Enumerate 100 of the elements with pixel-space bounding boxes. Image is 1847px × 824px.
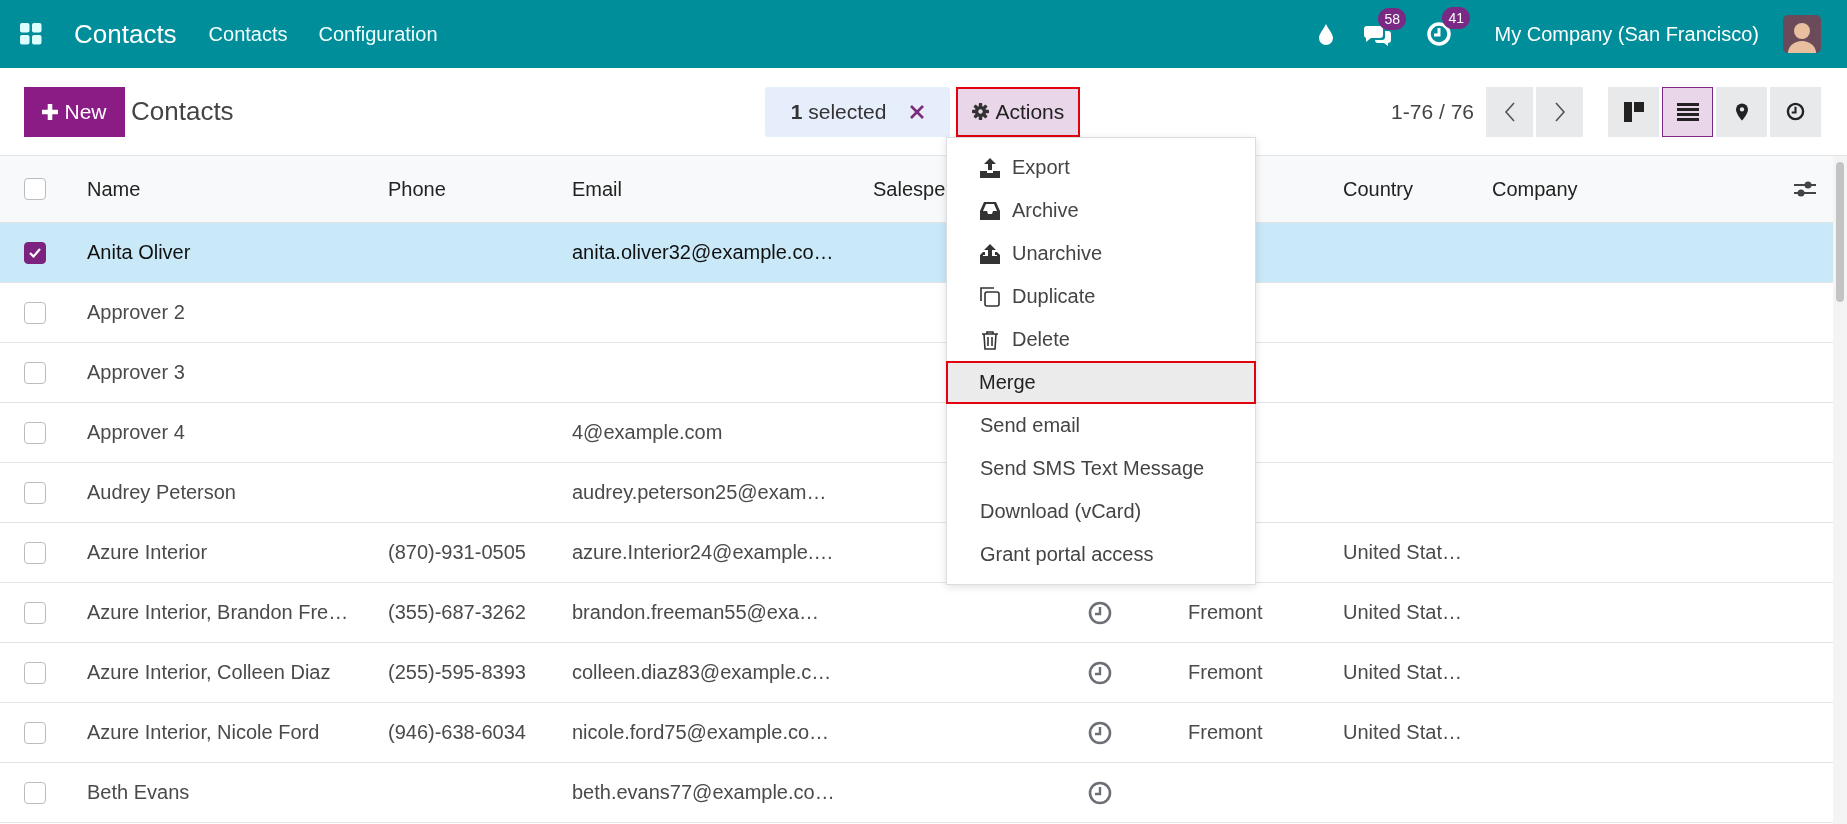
menu-item[interactable]: Configuration (318, 22, 438, 46)
scrollbar-thumb[interactable] (1836, 162, 1844, 302)
plus-icon (42, 103, 59, 120)
table-cell-text: (870)-931-0505 (388, 541, 527, 564)
table-cell-text: (355)-687-3262 (388, 601, 527, 624)
table-cell-text: Azure Interior, Brandon Fre… (87, 601, 350, 624)
clock-icon[interactable] (1088, 660, 1112, 685)
scrollbar[interactable] (1833, 156, 1847, 824)
column-header[interactable]: Country (1343, 177, 1492, 201)
row-checkbox[interactable] (24, 721, 46, 744)
app-name[interactable]: Contacts (74, 18, 177, 50)
drop-icon[interactable] (1318, 23, 1335, 45)
menu-item[interactable]: Contacts (208, 22, 288, 46)
table-cell-text: audrey.peterson25@exam… (572, 481, 828, 504)
table-cell-text: United Stat… (1343, 661, 1463, 684)
chevron-left-icon (1503, 101, 1516, 122)
table-cell-text: Azure Interior, Nicole Ford (87, 721, 321, 744)
row-checkbox[interactable] (24, 781, 46, 804)
item-label: Archive (1012, 199, 1079, 222)
item-label: Send SMS Text Message (980, 457, 1205, 480)
pager-value: 1-76 / 76 (1391, 99, 1474, 124)
dropdown-item[interactable]: Send SMS Text Message (947, 447, 1255, 490)
table-cell-text: United Stat… (1343, 601, 1463, 624)
dropdown-item[interactable]: Send email (947, 404, 1255, 447)
row-checkbox[interactable] (24, 421, 46, 444)
table-cell-text: United Stat… (1343, 721, 1463, 744)
kanban-icon (1623, 101, 1644, 122)
table-cell-text: colleen.diaz83@example.c… (572, 661, 833, 684)
inbox-icon (980, 200, 1000, 221)
app-grid-icon[interactable] (20, 23, 42, 45)
kanban-view-button[interactable] (1608, 86, 1659, 137)
column-header[interactable]: Company (1492, 177, 1776, 201)
table-cell-text: 4@example.com (572, 421, 724, 444)
dropdown-item[interactable]: Delete (947, 318, 1255, 361)
item-label: Delete (1012, 328, 1070, 351)
table-cell-text: Beth Evans (87, 781, 191, 804)
clock-icon[interactable] (1088, 780, 1112, 805)
row-checkbox[interactable] (24, 301, 46, 324)
row-checkbox[interactable] (24, 241, 46, 264)
company-switcher[interactable]: My Company (San Francisco) (1494, 22, 1759, 46)
table-cell-text: brandon.freeman55@exa… (572, 601, 821, 624)
row-checkbox[interactable] (24, 361, 46, 384)
item-label: Duplicate (1012, 285, 1096, 308)
dropdown-item[interactable]: Export (947, 146, 1255, 189)
item-label: Send email (980, 414, 1081, 437)
settings-icon (972, 103, 990, 120)
row-checkbox[interactable] (24, 661, 46, 684)
list-view-button[interactable] (1662, 86, 1713, 137)
dropdown-item[interactable]: Unarchive (947, 232, 1255, 275)
trash-icon (980, 329, 1000, 350)
breadcrumb-title: Contacts (131, 96, 234, 127)
actions-button[interactable]: Actions (956, 86, 1081, 137)
new-button[interactable]: New (24, 86, 125, 137)
dropdown-item[interactable]: Grant portal access (947, 533, 1255, 576)
table-cell-text: Azure Interior, Colleen Diaz (87, 661, 332, 684)
table-cell-text: Audrey Peterson (87, 481, 237, 504)
table-cell-text: Azure Interior (87, 541, 209, 564)
table-cell-text: azure.Interior24@example.… (572, 541, 835, 564)
item-label: Export (1012, 156, 1070, 179)
map-pin-icon (1735, 102, 1748, 121)
chevron-right-icon (1553, 101, 1566, 122)
list-icon (1676, 102, 1699, 121)
user-avatar[interactable] (1783, 15, 1821, 53)
item-label: Grant portal access (980, 543, 1154, 566)
table-cell-text: nicole.ford75@example.co… (572, 721, 831, 744)
table-cell-text: beth.evans77@example.co… (572, 781, 836, 804)
table-cell-text: (946)-638-6034 (388, 721, 527, 744)
copy-icon (980, 286, 1000, 307)
check-icon (29, 247, 41, 258)
table-cell-text: Approver 4 (87, 421, 186, 444)
close-icon[interactable] (910, 104, 925, 119)
clock-icon[interactable] (1088, 600, 1112, 625)
column-header[interactable]: Name (87, 177, 388, 201)
row-checkbox[interactable] (24, 601, 46, 624)
clock-icon[interactable] (1088, 720, 1112, 745)
dropdown-item[interactable]: Download (vCard) (947, 490, 1255, 533)
table-cell-text: Fremont (1188, 601, 1264, 624)
row-checkbox[interactable] (24, 541, 46, 564)
column-header[interactable]: Phone (388, 177, 572, 201)
item-label: Download (vCard) (980, 500, 1142, 523)
table-cell-text: Fremont (1188, 661, 1264, 684)
activity-count-badge: 41 (1442, 7, 1471, 29)
selection-counter: 1 selected (764, 86, 951, 137)
message-count-badge: 58 (1378, 8, 1407, 30)
table-cell-text: anita.oliver32@example.co… (572, 241, 835, 264)
clock-icon (1786, 102, 1805, 121)
sliders-icon[interactable] (1793, 180, 1816, 198)
activity-view-button[interactable] (1770, 86, 1821, 137)
table-cell-text: Anita Oliver (87, 241, 192, 264)
table-cell-text: Approver 2 (87, 301, 186, 324)
row-checkbox[interactable] (24, 481, 46, 504)
table-cell-text: (255)-595-8393 (388, 661, 527, 684)
upload-icon (980, 157, 1000, 178)
map-view-button[interactable] (1716, 86, 1767, 137)
column-header[interactable]: Email (572, 177, 873, 201)
select-all-checkbox[interactable] (24, 178, 46, 200)
table-cell-text: Fremont (1188, 721, 1264, 744)
dropdown-item[interactable]: Merge (946, 361, 1256, 404)
item-label: Merge (979, 371, 1036, 394)
table-cell-text: Approver 3 (87, 361, 186, 384)
